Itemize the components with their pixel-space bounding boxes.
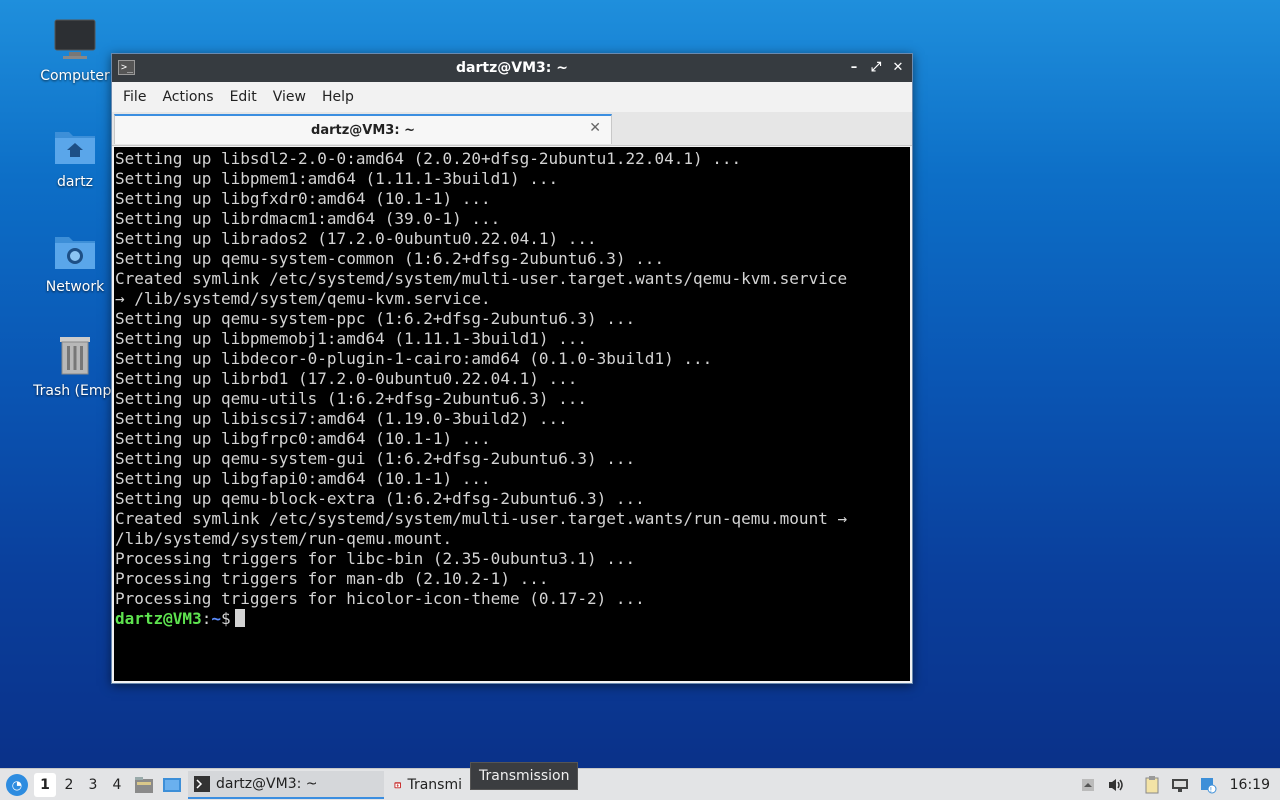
terminal-line: Setting up libsdl2-2.0-0:amd64 (2.0.20+d… <box>115 149 742 168</box>
tab-label: dartz@VM3: ~ <box>311 122 415 138</box>
task-label: Transmi <box>407 776 462 793</box>
desktop-icon-network[interactable]: Network <box>25 227 125 295</box>
terminal-line: Created symlink /etc/systemd/system/mult… <box>115 269 848 288</box>
update-notifier-icon: ! <box>1200 778 1217 794</box>
taskbar-tooltip: Transmission <box>470 762 579 790</box>
menu-bar: File Actions Edit View Help <box>112 82 912 112</box>
terminal-cursor <box>234 609 245 627</box>
terminal-line: Setting up qemu-system-gui (1:6.2+dfsg-2… <box>115 449 636 468</box>
start-menu-button[interactable]: ◔ <box>2 770 32 800</box>
network-icon <box>1171 779 1188 792</box>
desktop-icon-label: Trash (Empt <box>33 383 117 399</box>
terminal-line: Setting up libgfapi0:amd64 (10.1-1) ... <box>115 469 491 488</box>
terminal-window[interactable]: >_ dartz@VM3: ~ – ⤢ ✕ File Actions Edit … <box>111 53 913 684</box>
file-manager-icon <box>135 776 153 793</box>
terminal-line: Setting up librdmacm1:amd64 (39.0-1) ... <box>115 209 501 228</box>
minimize-button[interactable]: – <box>846 58 862 78</box>
terminal-line: Setting up libiscsi7:amd64 (1.19.0-3buil… <box>115 409 568 428</box>
terminal-line: Setting up libdecor-0-plugin-1-cairo:amd… <box>115 349 713 368</box>
task-transmission[interactable]: Transmi <box>388 771 468 799</box>
network-button[interactable] <box>1168 773 1192 797</box>
menu-edit[interactable]: Edit <box>222 89 265 105</box>
terminal-line: Setting up librbd1 (17.2.0-0ubuntu0.22.0… <box>115 369 578 388</box>
volume-button[interactable] <box>1104 773 1128 797</box>
terminal-line: Processing triggers for man-db (2.10.2-1… <box>115 569 549 588</box>
prompt-symbol: $ <box>220 609 231 628</box>
clipboard-button[interactable] <box>1140 773 1164 797</box>
chevron-up-icon <box>1081 779 1094 791</box>
desktop-icon-label: Computer <box>40 68 110 84</box>
terminal-line: Setting up libgfrpc0:amd64 (10.1-1) ... <box>115 429 491 448</box>
home-folder-icon <box>51 122 99 170</box>
menu-help[interactable]: Help <box>314 89 362 105</box>
clipboard-icon <box>1145 776 1159 794</box>
workspace-2[interactable]: 2 <box>58 773 80 797</box>
terminal-app-icon[interactable]: >_ <box>118 60 135 75</box>
tab-bar: dartz@VM3: ~ ✕ <box>112 112 912 146</box>
monitor-icon <box>51 16 99 64</box>
terminal-line: Created symlink /etc/systemd/system/mult… <box>115 509 848 528</box>
terminal-line: /lib/systemd/system/run-qemu.mount. <box>115 529 453 548</box>
updates-button[interactable]: ! <box>1196 773 1220 797</box>
terminal-line: Setting up qemu-system-common (1:6.2+dfs… <box>115 249 665 268</box>
tab-close-icon[interactable]: ✕ <box>589 120 601 136</box>
terminal-prompt: dartz@VM3:~$ <box>115 609 910 629</box>
desktop-icon-label: Network <box>45 279 105 295</box>
tab-terminal[interactable]: dartz@VM3: ~ ✕ <box>114 114 612 144</box>
close-button[interactable]: ✕ <box>890 58 906 78</box>
menu-actions[interactable]: Actions <box>154 89 221 105</box>
desktop-icon-label: dartz <box>56 174 94 190</box>
desktop-icon <box>163 777 181 792</box>
lxqt-logo-icon: ◔ <box>6 773 28 796</box>
window-title: dartz@VM3: ~ <box>456 60 568 76</box>
workspace-4[interactable]: 4 <box>106 773 128 797</box>
task-label: dartz@VM3: ~ <box>216 775 318 792</box>
maximize-button[interactable]: ⤢ <box>868 58 884 78</box>
taskbar: ◔ 1 2 3 4 dartz@VM3: ~ Transmi ! 16:19 <box>0 768 1280 800</box>
desktop-icon-trash[interactable]: Trash (Empt <box>25 331 125 399</box>
show-desktop-button[interactable] <box>160 773 184 797</box>
transmission-icon <box>394 781 402 788</box>
terminal-line: Setting up qemu-utils (1:6.2+dfsg-2ubunt… <box>115 389 588 408</box>
prompt-separator: : <box>201 609 212 628</box>
task-terminal[interactable]: dartz@VM3: ~ <box>188 770 384 799</box>
prompt-user-host: dartz@VM3 <box>115 609 202 628</box>
network-folder-icon <box>51 227 99 275</box>
terminal-line: → /lib/systemd/system/qemu-kvm.service. <box>115 289 491 308</box>
menu-file[interactable]: File <box>115 89 154 105</box>
file-manager-launcher[interactable] <box>132 773 156 797</box>
speaker-icon <box>1108 779 1123 791</box>
workspace-3[interactable]: 3 <box>82 773 104 797</box>
workspace-1[interactable]: 1 <box>34 772 56 797</box>
desktop-icon-home[interactable]: dartz <box>25 122 125 190</box>
terminal-line: Processing triggers for libc-bin (2.35-0… <box>115 549 636 568</box>
terminal-line: Setting up libpmem1:amd64 (1.11.1-3build… <box>115 169 559 188</box>
prompt-path: ~ <box>211 609 221 628</box>
system-tray: ! 16:19 <box>1076 769 1280 800</box>
terminal-line: Processing triggers for hicolor-icon-the… <box>115 589 645 608</box>
tray-expand-button[interactable] <box>1076 773 1100 797</box>
trash-icon <box>51 331 99 379</box>
desktop-icon-computer[interactable]: Computer <box>25 16 125 84</box>
menu-view[interactable]: View <box>265 89 314 105</box>
terminal-line: Setting up libpmemobj1:amd64 (1.11.1-3bu… <box>115 329 588 348</box>
clock[interactable]: 16:19 <box>1224 777 1280 793</box>
terminal-line: Setting up qemu-block-extra (1:6.2+dfsg-… <box>115 489 645 508</box>
terminal-icon <box>194 775 210 792</box>
terminal-output[interactable]: Setting up libsdl2-2.0-0:amd64 (2.0.20+d… <box>114 147 910 681</box>
svg-text:!: ! <box>1209 786 1212 794</box>
terminal-line: Setting up libgfxdr0:amd64 (10.1-1) ... <box>115 189 491 208</box>
terminal-line: Setting up qemu-system-ppc (1:6.2+dfsg-2… <box>115 309 636 328</box>
terminal-line: Setting up librados2 (17.2.0-0ubuntu0.22… <box>115 229 597 248</box>
window-titlebar[interactable]: >_ dartz@VM3: ~ – ⤢ ✕ <box>112 54 912 82</box>
